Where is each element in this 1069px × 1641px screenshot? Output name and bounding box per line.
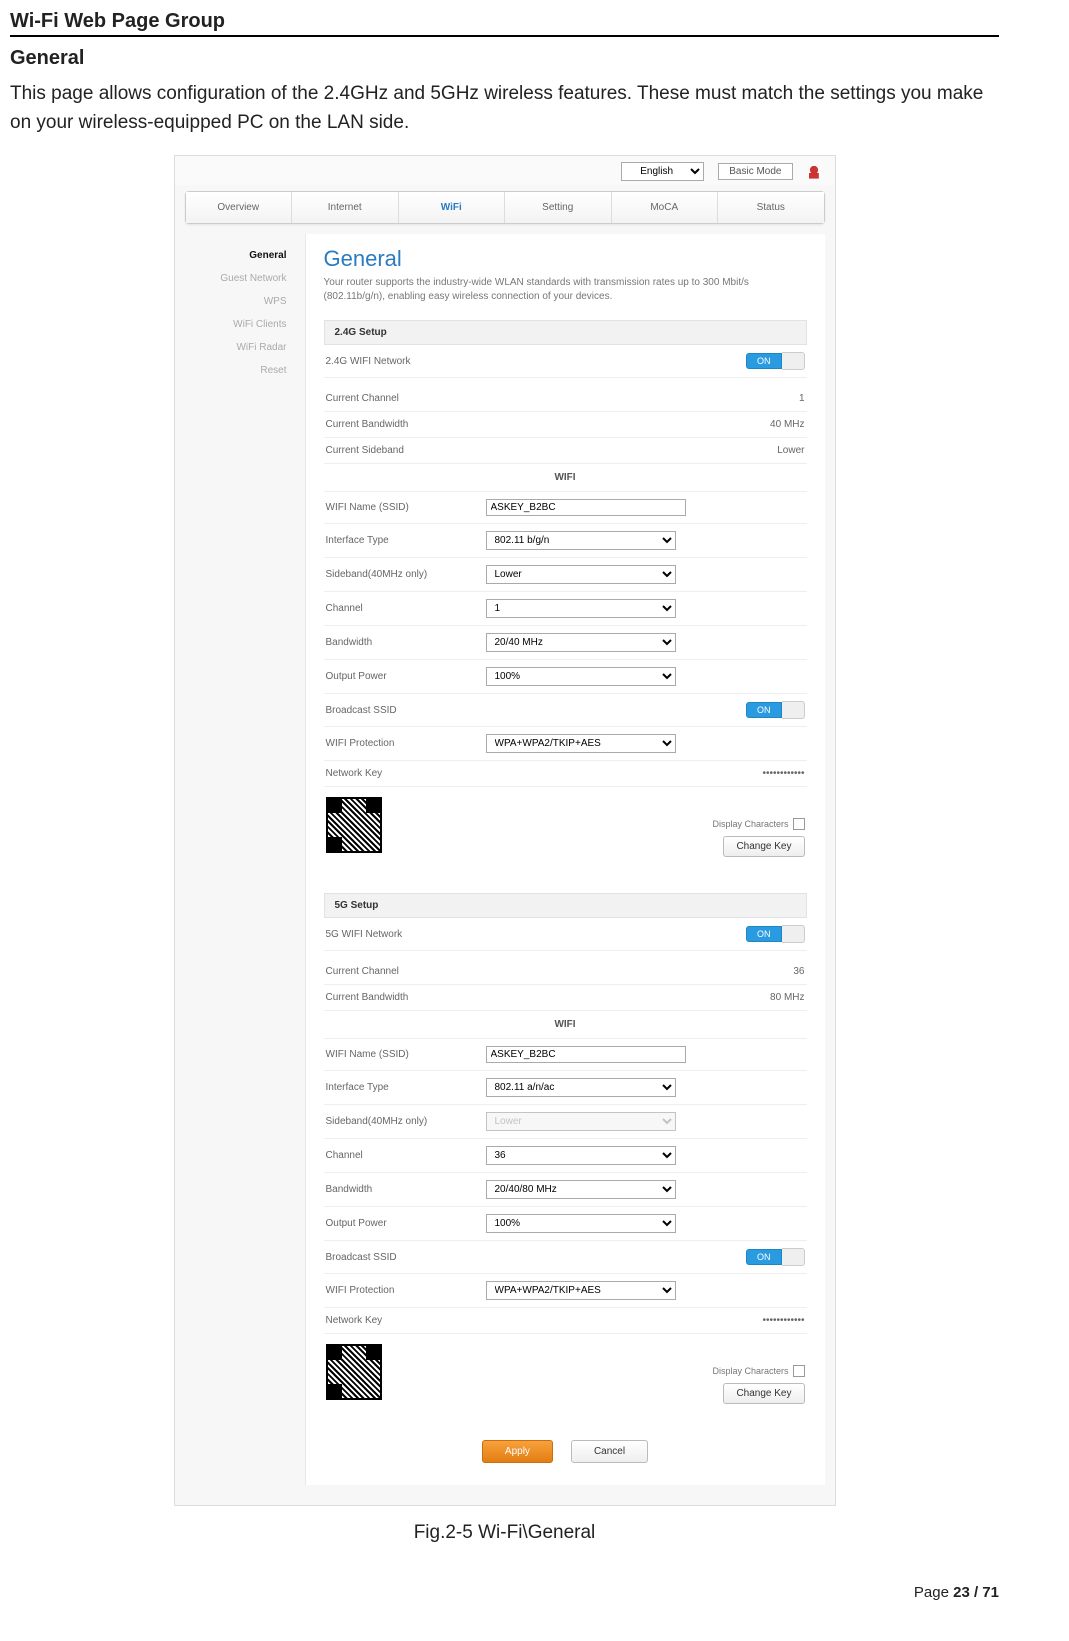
section-5g: 5G Setup xyxy=(324,893,807,918)
toggle-5g[interactable]: ON xyxy=(746,925,805,943)
label-24g-bw: Bandwidth xyxy=(326,637,486,648)
select-24g-itype[interactable]: 802.11 b/g/n xyxy=(486,531,676,550)
main-tabs: Overview Internet WiFi Setting MoCA Stat… xyxy=(185,191,825,224)
select-24g-channel[interactable]: 1 xyxy=(486,599,676,618)
select-5g-sideband: Lower xyxy=(486,1112,676,1131)
label-5g-bssid: Broadcast SSID xyxy=(326,1252,486,1263)
change-key-5g-button[interactable]: Change Key xyxy=(723,1383,804,1404)
value-5g-curchannel: 36 xyxy=(486,966,805,977)
value-24g-curbw: 40 MHz xyxy=(486,419,805,430)
toggle-24g[interactable]: ON xyxy=(746,352,805,370)
label-24g-prot: WIFI Protection xyxy=(326,738,486,749)
doc-subheading: General xyxy=(10,47,999,70)
doc-description: This page allows configuration of the 2.… xyxy=(10,80,999,137)
mode-button[interactable]: Basic Mode xyxy=(718,163,792,180)
toggle-24g-bssid[interactable]: ON xyxy=(746,701,805,719)
label-5g-itype: Interface Type xyxy=(326,1082,486,1093)
label-5g-bw: Bandwidth xyxy=(326,1184,486,1195)
tab-internet[interactable]: Internet xyxy=(292,192,399,223)
select-24g-prot[interactable]: WPA+WPA2/TKIP+AES xyxy=(486,734,676,753)
toggle-5g-bssid[interactable]: ON xyxy=(746,1248,805,1266)
display-chars-5g[interactable]: Display Characters xyxy=(712,1365,804,1377)
change-key-24g-button[interactable]: Change Key xyxy=(723,836,804,857)
subheader-wifi-5g: WIFI xyxy=(324,1011,807,1039)
label-24g-curchannel: Current Channel xyxy=(326,393,486,404)
select-5g-power[interactable]: 100% xyxy=(486,1214,676,1233)
label-5g-key: Network Key xyxy=(326,1315,486,1326)
label-24g-network: 2.4G WIFI Network xyxy=(326,356,486,367)
sidebar-clients[interactable]: WiFi Clients xyxy=(185,313,295,336)
label-5g-channel: Channel xyxy=(326,1150,486,1161)
input-5g-ssid[interactable] xyxy=(486,1046,686,1063)
qr-code-24g xyxy=(326,797,382,853)
doc-section-title: Wi-Fi Web Page Group xyxy=(10,10,999,37)
select-24g-bw[interactable]: 20/40 MHz xyxy=(486,633,676,652)
wifi-sidebar: General Guest Network WPS WiFi Clients W… xyxy=(185,234,295,1485)
value-5g-curbw: 80 MHz xyxy=(486,992,805,1003)
label-24g-sideband: Sideband(40MHz only) xyxy=(326,569,486,580)
tab-status[interactable]: Status xyxy=(718,192,824,223)
label-5g-power: Output Power xyxy=(326,1218,486,1229)
page-title: General xyxy=(324,246,807,272)
sidebar-general[interactable]: General xyxy=(185,244,295,267)
input-24g-ssid[interactable] xyxy=(486,499,686,516)
label-24g-curbw: Current Bandwidth xyxy=(326,419,486,430)
label-24g-ssid: WIFI Name (SSID) xyxy=(326,502,486,513)
page-desc: Your router supports the industry-wide W… xyxy=(324,276,807,304)
cancel-button[interactable]: Cancel xyxy=(571,1440,648,1463)
sidebar-guest[interactable]: Guest Network xyxy=(185,267,295,290)
value-24g-key: •••••••••••• xyxy=(486,768,805,779)
label-5g-network: 5G WIFI Network xyxy=(326,929,486,940)
select-5g-itype[interactable]: 802.11 a/n/ac xyxy=(486,1078,676,1097)
tab-wifi[interactable]: WiFi xyxy=(399,192,506,223)
language-select[interactable]: English xyxy=(621,162,704,181)
tab-moca[interactable]: MoCA xyxy=(612,192,719,223)
tab-setting[interactable]: Setting xyxy=(505,192,612,223)
label-5g-ssid: WIFI Name (SSID) xyxy=(326,1049,486,1060)
select-5g-bw[interactable]: 20/40/80 MHz xyxy=(486,1180,676,1199)
apply-button[interactable]: Apply xyxy=(482,1440,553,1463)
label-5g-curbw: Current Bandwidth xyxy=(326,992,486,1003)
select-5g-channel[interactable]: 36 xyxy=(486,1146,676,1165)
label-24g-key: Network Key xyxy=(326,768,486,779)
value-24g-curchannel: 1 xyxy=(486,393,805,404)
label-5g-curchannel: Current Channel xyxy=(326,966,486,977)
router-screenshot: English Basic Mode Overview Internet WiF… xyxy=(174,155,836,1506)
sidebar-wps[interactable]: WPS xyxy=(185,290,295,313)
label-5g-sideband: Sideband(40MHz only) xyxy=(326,1116,486,1127)
sidebar-reset[interactable]: Reset xyxy=(185,359,295,382)
checkbox-icon[interactable] xyxy=(793,818,805,830)
label-24g-itype: Interface Type xyxy=(326,535,486,546)
checkbox-icon[interactable] xyxy=(793,1365,805,1377)
display-chars-24g[interactable]: Display Characters xyxy=(712,818,804,830)
label-24g-cursb: Current Sideband xyxy=(326,445,486,456)
label-24g-bssid: Broadcast SSID xyxy=(326,705,486,716)
select-24g-sideband[interactable]: Lower xyxy=(486,565,676,584)
tab-overview[interactable]: Overview xyxy=(186,192,293,223)
select-24g-power[interactable]: 100% xyxy=(486,667,676,686)
label-24g-power: Output Power xyxy=(326,671,486,682)
sidebar-radar[interactable]: WiFi Radar xyxy=(185,336,295,359)
subheader-wifi-24g: WIFI xyxy=(324,464,807,492)
logout-icon[interactable] xyxy=(807,165,821,179)
section-24g: 2.4G Setup xyxy=(324,320,807,345)
label-24g-channel: Channel xyxy=(326,603,486,614)
page-footer: Page 23 / 71 xyxy=(10,1544,999,1601)
value-5g-key: •••••••••••• xyxy=(486,1315,805,1326)
select-5g-prot[interactable]: WPA+WPA2/TKIP+AES xyxy=(486,1281,676,1300)
value-24g-cursb: Lower xyxy=(486,445,805,456)
label-5g-prot: WIFI Protection xyxy=(326,1285,486,1296)
qr-code-5g xyxy=(326,1344,382,1400)
